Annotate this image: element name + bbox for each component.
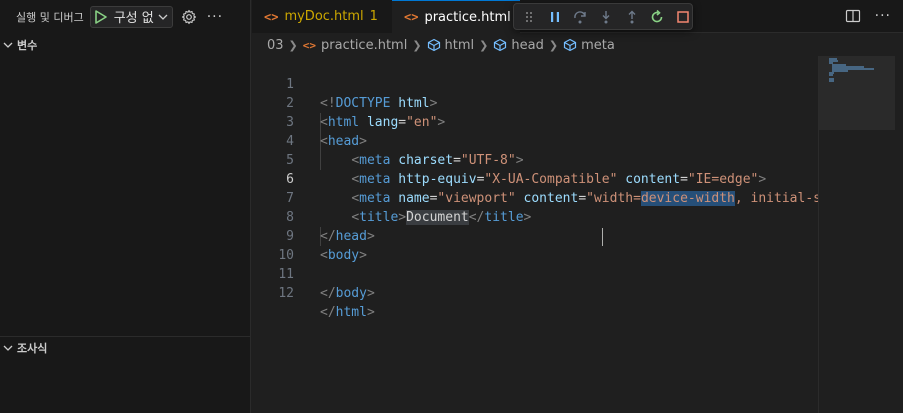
code-line[interactable]: 7 <title>Document</title> <box>252 170 818 225</box>
tab-label: practice.html <box>424 9 511 25</box>
chevron-right-icon: ❯ <box>412 38 422 52</box>
html-file-icon: <> <box>264 9 279 24</box>
run-config-dropdown[interactable]: 구성 없 <box>89 5 173 28</box>
stop-icon[interactable] <box>674 8 692 26</box>
run-config-label[interactable]: 구성 없 <box>114 7 154 26</box>
problem-count-badge: 1 <box>369 9 378 24</box>
line-content: </html> <box>320 305 375 320</box>
tab-label: myDoc.html <box>284 9 364 24</box>
variables-section-label: 변수 <box>17 39 38 52</box>
code-line[interactable]: 10 <box>252 227 818 263</box>
sidebar-title: 실행 및 디버그 <box>16 10 84 24</box>
html-file-icon: <> <box>404 10 419 24</box>
breadcrumb: 03 ❯ <> practice.html ❯ html ❯ head ❯ me… <box>252 34 903 56</box>
run-and-debug-sidebar: 실행 및 디버그 구성 없 ··· 변수 조사식 <box>0 0 251 413</box>
breadcrumb-meta[interactable]: meta <box>563 38 615 53</box>
minimap-line <box>829 74 833 76</box>
breadcrumb-folder[interactable]: 03 <box>267 38 284 53</box>
watch-section-header[interactable]: 조사식 <box>0 336 251 358</box>
split-editor-icon[interactable] <box>845 8 861 24</box>
play-icon[interactable] <box>94 9 107 24</box>
chevron-right-icon: ❯ <box>548 38 559 52</box>
sidebar-header: 실행 및 디버그 구성 없 ··· <box>0 0 251 33</box>
code-line[interactable]: 3 <head> <box>252 94 818 149</box>
code-line[interactable]: 1 <!DOCTYPE html> <box>252 56 818 111</box>
restart-icon[interactable] <box>649 8 667 26</box>
chevron-right-icon: ❯ <box>288 38 298 52</box>
code-line[interactable]: 2 <html lang="en"> <box>252 75 818 130</box>
editor-actions: ··· <box>845 8 891 24</box>
symbol-element-icon <box>563 38 577 52</box>
breadcrumb-meta-label: meta <box>581 37 615 53</box>
step-into-icon[interactable] <box>597 8 615 26</box>
minimap-line <box>829 80 834 82</box>
step-out-icon[interactable] <box>623 8 641 26</box>
text-cursor <box>602 228 603 246</box>
code-line[interactable]: 5 <meta http-equiv="X-UA-Compatible" con… <box>252 132 818 187</box>
breadcrumb-html[interactable]: html <box>427 37 475 53</box>
line-content: </body> <box>320 286 375 301</box>
step-over-icon[interactable] <box>571 8 589 26</box>
watch-section-label: 조사식 <box>17 341 48 355</box>
more-actions-icon[interactable]: ··· <box>207 9 223 25</box>
more-actions-icon[interactable]: ··· <box>875 8 891 24</box>
gripper-icon[interactable] <box>520 8 538 26</box>
chevron-down-icon <box>3 345 13 351</box>
line-number: 12 <box>278 286 294 301</box>
code-line[interactable]: 12 </html> <box>252 265 818 320</box>
code-line[interactable]: 4 <meta charset="UTF-8"> <box>252 113 818 168</box>
breadcrumb-file-label: practice.html <box>321 37 408 53</box>
chevron-down-icon[interactable] <box>158 12 168 22</box>
breadcrumb-head[interactable]: head <box>493 37 544 53</box>
tab-mydoc[interactable]: <> myDoc.html 1 <box>252 0 392 33</box>
variables-section-header[interactable]: 변수 <box>0 34 251 56</box>
code-line-active[interactable]: 6 <meta name="viewport" content="width=d… <box>252 151 818 206</box>
code-line[interactable]: 9 <body> <box>252 208 818 263</box>
code-line[interactable]: 8 </head> <box>252 189 818 244</box>
code-line[interactable]: 11 </body> <box>252 246 818 301</box>
chevron-down-icon <box>3 42 13 48</box>
debug-toolbar <box>513 3 693 30</box>
html-file-icon: <> <box>302 38 317 52</box>
symbol-element-icon <box>494 38 507 52</box>
code-editor[interactable]: 1 <!DOCTYPE html> 2 <html lang="en"> 3 <… <box>252 56 818 413</box>
chevron-right-icon: ❯ <box>479 38 489 52</box>
pause-icon[interactable] <box>546 8 564 26</box>
minimap-line <box>832 70 848 72</box>
breadcrumb-html-label: html <box>444 37 475 53</box>
vertical-scrollbar[interactable] <box>895 56 903 413</box>
breadcrumb-file[interactable]: <> practice.html <box>303 38 408 53</box>
minimap[interactable] <box>818 56 896 413</box>
symbol-element-icon <box>427 38 440 52</box>
breadcrumb-head-label: head <box>511 37 544 53</box>
tab-practice[interactable]: <> practice.html <box>392 0 520 33</box>
gear-icon[interactable] <box>181 9 197 25</box>
